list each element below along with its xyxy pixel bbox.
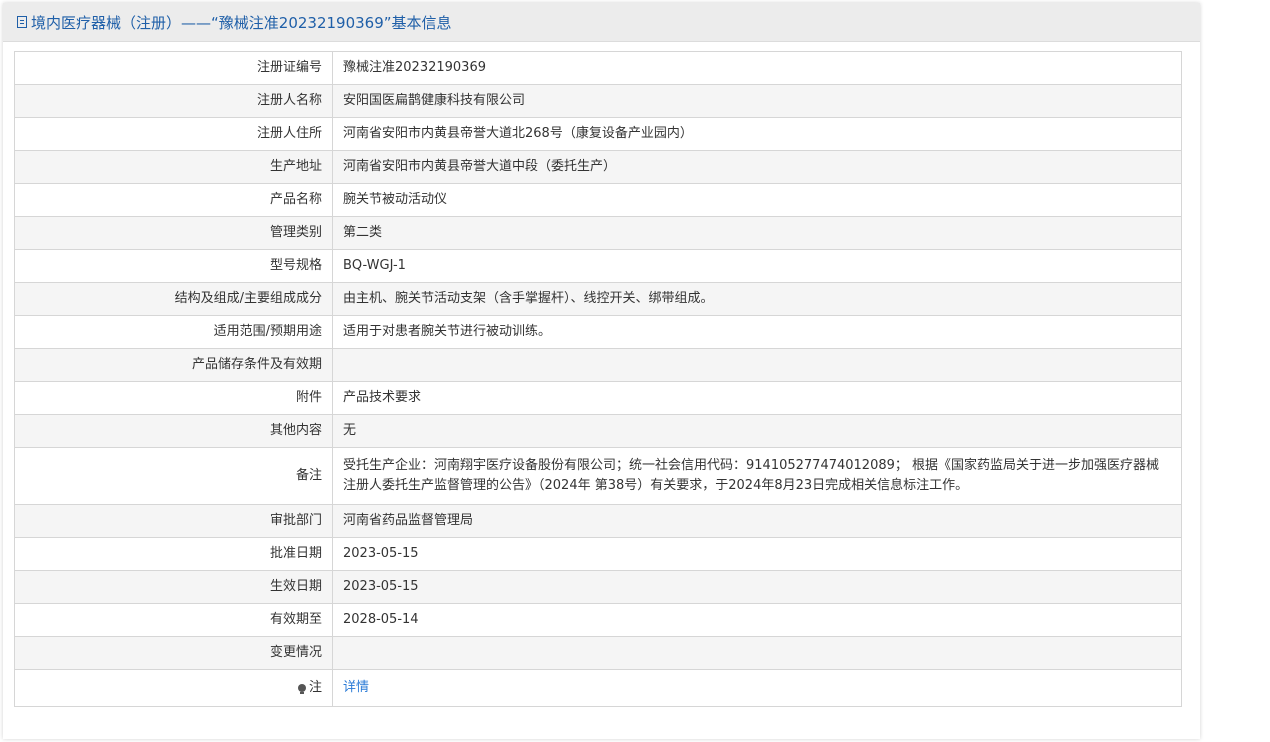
row-value [332, 636, 1182, 670]
table-row: 管理类别 第二类 [14, 216, 1182, 250]
table-row: 注 详情 [14, 669, 1182, 707]
row-value: 河南省安阳市内黄县帝誉大道中段（委托生产） [332, 150, 1182, 184]
row-label: 附件 [14, 381, 333, 415]
row-value: 2023-05-15 [332, 570, 1182, 604]
row-label: 变更情况 [14, 636, 333, 670]
lightbulb-icon [297, 683, 306, 694]
row-value [332, 348, 1182, 382]
row-value: 河南省药品监督管理局 [332, 504, 1182, 538]
table-row: 产品储存条件及有效期 [14, 348, 1182, 382]
table-row: 适用范围/预期用途 适用于对患者腕关节进行被动训练。 [14, 315, 1182, 349]
row-label: 注册人住所 [14, 117, 333, 151]
row-label: 注册证编号 [14, 51, 333, 85]
note-label: 注 [308, 680, 322, 695]
row-label: 有效期至 [14, 603, 333, 637]
table-row: 注册人住所 河南省安阳市内黄县帝誉大道北268号（康复设备产业园内） [14, 117, 1182, 151]
table-row: 注册人名称 安阳国医扁鹊健康科技有限公司 [14, 84, 1182, 118]
row-label: 结构及组成/主要组成成分 [14, 282, 333, 316]
table-row: 生产地址 河南省安阳市内黄县帝誉大道中段（委托生产） [14, 150, 1182, 184]
row-label: 管理类别 [14, 216, 333, 250]
note-label-cell: 注 [14, 669, 333, 707]
table-row: 注册证编号 豫械注准20232190369 [14, 51, 1182, 85]
info-table: 注册证编号 豫械注准20232190369 注册人名称 安阳国医扁鹊健康科技有限… [14, 51, 1182, 707]
table-row: 其他内容 无 [14, 414, 1182, 448]
table-row: 生效日期 2023-05-15 [14, 570, 1182, 604]
row-value: 安阳国医扁鹊健康科技有限公司 [332, 84, 1182, 118]
row-value: 产品技术要求 [332, 381, 1182, 415]
row-label: 生效日期 [14, 570, 333, 604]
table-row: 有效期至 2028-05-14 [14, 603, 1182, 637]
row-value: 豫械注准20232190369 [332, 51, 1182, 85]
row-label: 型号规格 [14, 249, 333, 283]
table-row: 附件 产品技术要求 [14, 381, 1182, 415]
document-icon [17, 16, 27, 28]
row-value: 第二类 [332, 216, 1182, 250]
row-value: 2028-05-14 [332, 603, 1182, 637]
note-value-cell: 详情 [332, 669, 1182, 707]
row-label: 审批部门 [14, 504, 333, 538]
row-label: 批准日期 [14, 537, 333, 571]
table-row: 批准日期 2023-05-15 [14, 537, 1182, 571]
table-row: 审批部门 河南省药品监督管理局 [14, 504, 1182, 538]
table-row: 产品名称 腕关节被动活动仪 [14, 183, 1182, 217]
row-label: 注册人名称 [14, 84, 333, 118]
row-label: 生产地址 [14, 150, 333, 184]
details-link[interactable]: 详情 [343, 680, 369, 695]
page-title: 境内医疗器械（注册）——“豫械注准20232190369”基本信息 [31, 13, 452, 32]
row-value: 无 [332, 414, 1182, 448]
table-row: 变更情况 [14, 636, 1182, 670]
row-label: 备注 [14, 447, 333, 505]
row-value: BQ-WGJ-1 [332, 249, 1182, 283]
row-label: 产品名称 [14, 183, 333, 217]
panel-header: 境内医疗器械（注册）——“豫械注准20232190369”基本信息 [3, 3, 1200, 42]
row-value: 由主机、腕关节活动支架（含手掌握杆）、线控开关、绑带组成。 [332, 282, 1182, 316]
table-row: 型号规格 BQ-WGJ-1 [14, 249, 1182, 283]
row-value: 河南省安阳市内黄县帝誉大道北268号（康复设备产业园内） [332, 117, 1182, 151]
row-value: 2023-05-15 [332, 537, 1182, 571]
row-value: 适用于对患者腕关节进行被动训练。 [332, 315, 1182, 349]
table-row: 备注 受托生产企业：河南翔宇医疗设备股份有限公司；统一社会信用代码：914105… [14, 447, 1182, 505]
table-row: 结构及组成/主要组成成分 由主机、腕关节活动支架（含手掌握杆）、线控开关、绑带组… [14, 282, 1182, 316]
row-value: 腕关节被动活动仪 [332, 183, 1182, 217]
row-value: 受托生产企业：河南翔宇医疗设备股份有限公司；统一社会信用代码：914105277… [332, 447, 1182, 505]
row-label: 产品储存条件及有效期 [14, 348, 333, 382]
row-label: 其他内容 [14, 414, 333, 448]
row-label: 适用范围/预期用途 [14, 315, 333, 349]
